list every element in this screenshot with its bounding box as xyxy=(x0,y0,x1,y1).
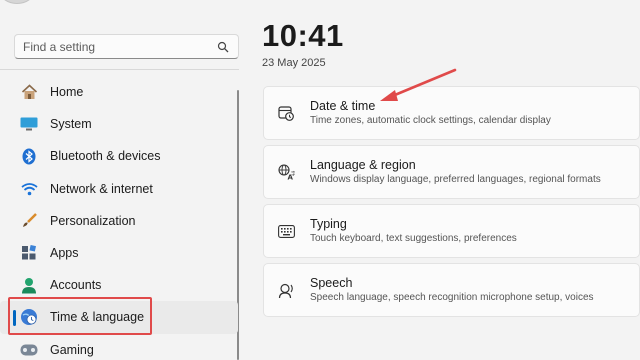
sidebar-item-bluetooth[interactable]: Bluetooth & devices xyxy=(0,140,238,172)
card-text: Speech Speech language, speech recogniti… xyxy=(310,275,594,305)
monitor-icon xyxy=(20,115,38,133)
home-icon xyxy=(20,83,38,101)
apps-icon xyxy=(20,244,38,262)
card-title: Speech xyxy=(310,276,353,290)
card-subtitle: Touch keyboard, text suggestions, prefer… xyxy=(310,233,517,244)
user-avatar[interactable] xyxy=(0,0,34,4)
paintbrush-icon xyxy=(20,212,38,230)
sidebar-item-label: Apps xyxy=(50,246,79,261)
sidebar-item-label: Home xyxy=(50,85,84,100)
language-icon: A字 xyxy=(277,163,295,181)
card-subtitle: Speech language, speech recognition micr… xyxy=(310,292,594,303)
sidebar-item-system[interactable]: System xyxy=(0,108,238,140)
sidebar-item-label: System xyxy=(50,117,92,132)
speech-icon xyxy=(277,281,295,299)
card-typing[interactable]: Typing Touch keyboard, text suggestions,… xyxy=(263,204,640,258)
clock-time: 10:41 xyxy=(262,18,344,53)
svg-text:字: 字 xyxy=(291,171,295,178)
sidebar-item-label: Bluetooth & devices xyxy=(50,149,161,164)
gamepad-icon xyxy=(20,341,38,359)
card-title: Typing xyxy=(310,217,347,231)
search-box[interactable]: Find a setting xyxy=(14,34,239,59)
calendar-clock-icon xyxy=(277,104,295,122)
clock-date: 23 May 2025 xyxy=(262,57,326,69)
card-language-region[interactable]: A字 Language & region Windows display lan… xyxy=(263,145,640,199)
search-input[interactable]: Find a setting xyxy=(23,40,216,54)
sidebar-item-label: Network & internet xyxy=(50,181,153,196)
wifi-icon xyxy=(20,180,38,198)
search-icon[interactable] xyxy=(216,40,230,54)
sidebar-divider xyxy=(0,69,239,70)
bluetooth-icon xyxy=(20,147,38,165)
person-icon xyxy=(20,276,38,294)
sidebar-item-apps[interactable]: Apps xyxy=(0,237,238,269)
sidebar-item-label: Personalization xyxy=(50,213,136,228)
card-speech[interactable]: Speech Speech language, speech recogniti… xyxy=(263,263,640,317)
sidebar-item-label: Gaming xyxy=(50,342,94,357)
sidebar-item-personalization[interactable]: Personalization xyxy=(0,205,238,237)
sidebar-item-home[interactable]: Home xyxy=(0,76,238,108)
card-subtitle: Time zones, automatic clock settings, ca… xyxy=(310,115,551,126)
card-text: Language & region Windows display langua… xyxy=(310,157,601,187)
sidebar-item-label: Accounts xyxy=(50,278,102,293)
card-subtitle: Windows display language, preferred lang… xyxy=(310,174,601,185)
sidebar-item-gaming[interactable]: Gaming xyxy=(0,334,238,360)
annotation-highlight-box xyxy=(8,297,152,335)
sidebar-item-network[interactable]: Network & internet xyxy=(0,173,238,205)
card-text: Typing Touch keyboard, text suggestions,… xyxy=(310,216,517,246)
card-title: Language & region xyxy=(310,158,416,172)
keyboard-icon xyxy=(277,222,295,240)
annotation-arrow-icon xyxy=(380,68,457,101)
